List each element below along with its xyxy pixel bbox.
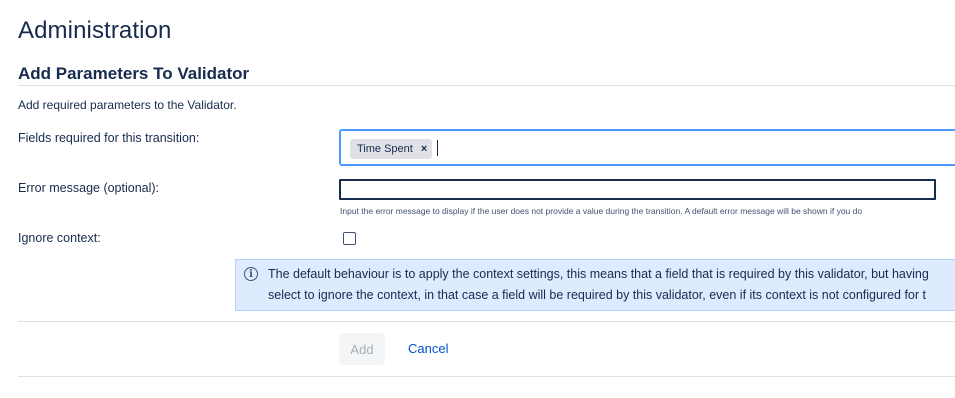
error-message-input[interactable] [339, 179, 936, 200]
ignore-context-label: Ignore context: [18, 231, 101, 245]
section-divider [18, 85, 955, 86]
ignore-context-checkbox[interactable] [343, 232, 356, 245]
remove-tag-icon[interactable]: × [421, 143, 427, 155]
footer-divider [18, 376, 955, 377]
fields-required-label: Fields required for this transition: [18, 131, 200, 145]
error-message-label: Error message (optional): [18, 181, 160, 195]
section-description: Add required parameters to the Validator… [18, 98, 237, 112]
info-message: i The default behaviour is to apply the … [235, 259, 955, 311]
text-cursor [437, 140, 438, 156]
section-title: Add Parameters To Validator [18, 64, 250, 83]
add-button[interactable]: Add [339, 333, 385, 365]
info-text-line-2: select to ignore the context, in that ca… [268, 288, 926, 302]
tag-label: Time Spent [357, 143, 413, 155]
cancel-link[interactable]: Cancel [408, 341, 448, 356]
info-icon: i [244, 267, 258, 281]
page-title: Administration [18, 17, 172, 44]
selected-field-tag: Time Spent × [350, 139, 433, 159]
fields-required-multiselect[interactable]: Time Spent × [339, 129, 955, 166]
form-divider [18, 321, 955, 322]
validator-parameters-page: Administration Add Parameters To Validat… [0, 0, 955, 398]
error-message-help: Input the error message to display if th… [340, 206, 863, 216]
info-text-line-1: The default behaviour is to apply the co… [268, 267, 929, 281]
